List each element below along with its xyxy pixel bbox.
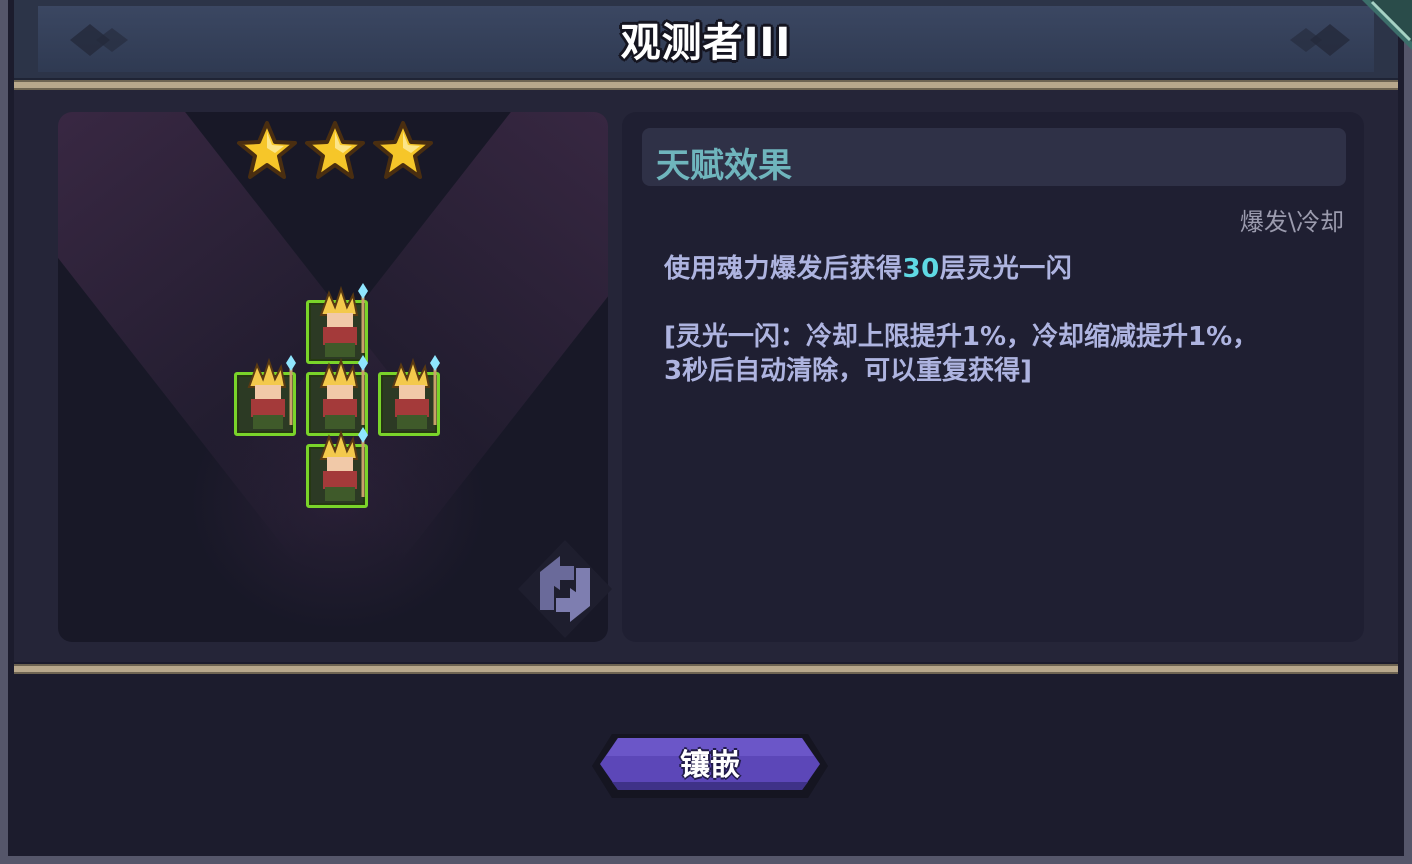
description-suffix: 层灵光一闪 (939, 254, 1073, 284)
talent-header: 天赋效果 (642, 128, 1346, 186)
star-icon (237, 121, 297, 179)
talent-note-line-1: [灵光一闪：冷却上限提升1%，冷却缩减提升1%， (664, 322, 1259, 352)
talent-tags: 爆发\冷却 (1239, 208, 1344, 236)
talent-info-panel: 天赋效果 爆发\冷却 使用魂力爆发后获得30层灵光一闪 [灵光一闪：冷却上限提升… (622, 112, 1364, 642)
embed-button-label: 镶嵌 (680, 748, 740, 783)
formation-unit (378, 355, 440, 436)
talent-description: 使用魂力爆发后获得30层灵光一闪 (664, 248, 1072, 285)
refresh-arrows-icon[interactable] (512, 536, 618, 642)
unit-formation (228, 282, 448, 512)
talent-header-label: 天赋效果 (656, 146, 792, 186)
talent-note-line-2: 3秒后自动清除，可以重复获得] (664, 356, 1032, 386)
spearman-icon (319, 427, 368, 501)
description-prefix: 使用魂力爆发后获得 (664, 254, 903, 284)
spearman-icon (391, 355, 440, 429)
spearman-icon (247, 355, 296, 429)
page-title: 观测者III (620, 20, 792, 66)
description-highlight: 30 (902, 254, 940, 284)
divider-bottom (14, 664, 1398, 674)
star-icon (373, 121, 433, 179)
formation-unit (234, 355, 296, 436)
divider-top (14, 80, 1398, 90)
star-icon (305, 121, 365, 179)
star-rating (236, 120, 436, 182)
formation-unit (306, 427, 368, 508)
